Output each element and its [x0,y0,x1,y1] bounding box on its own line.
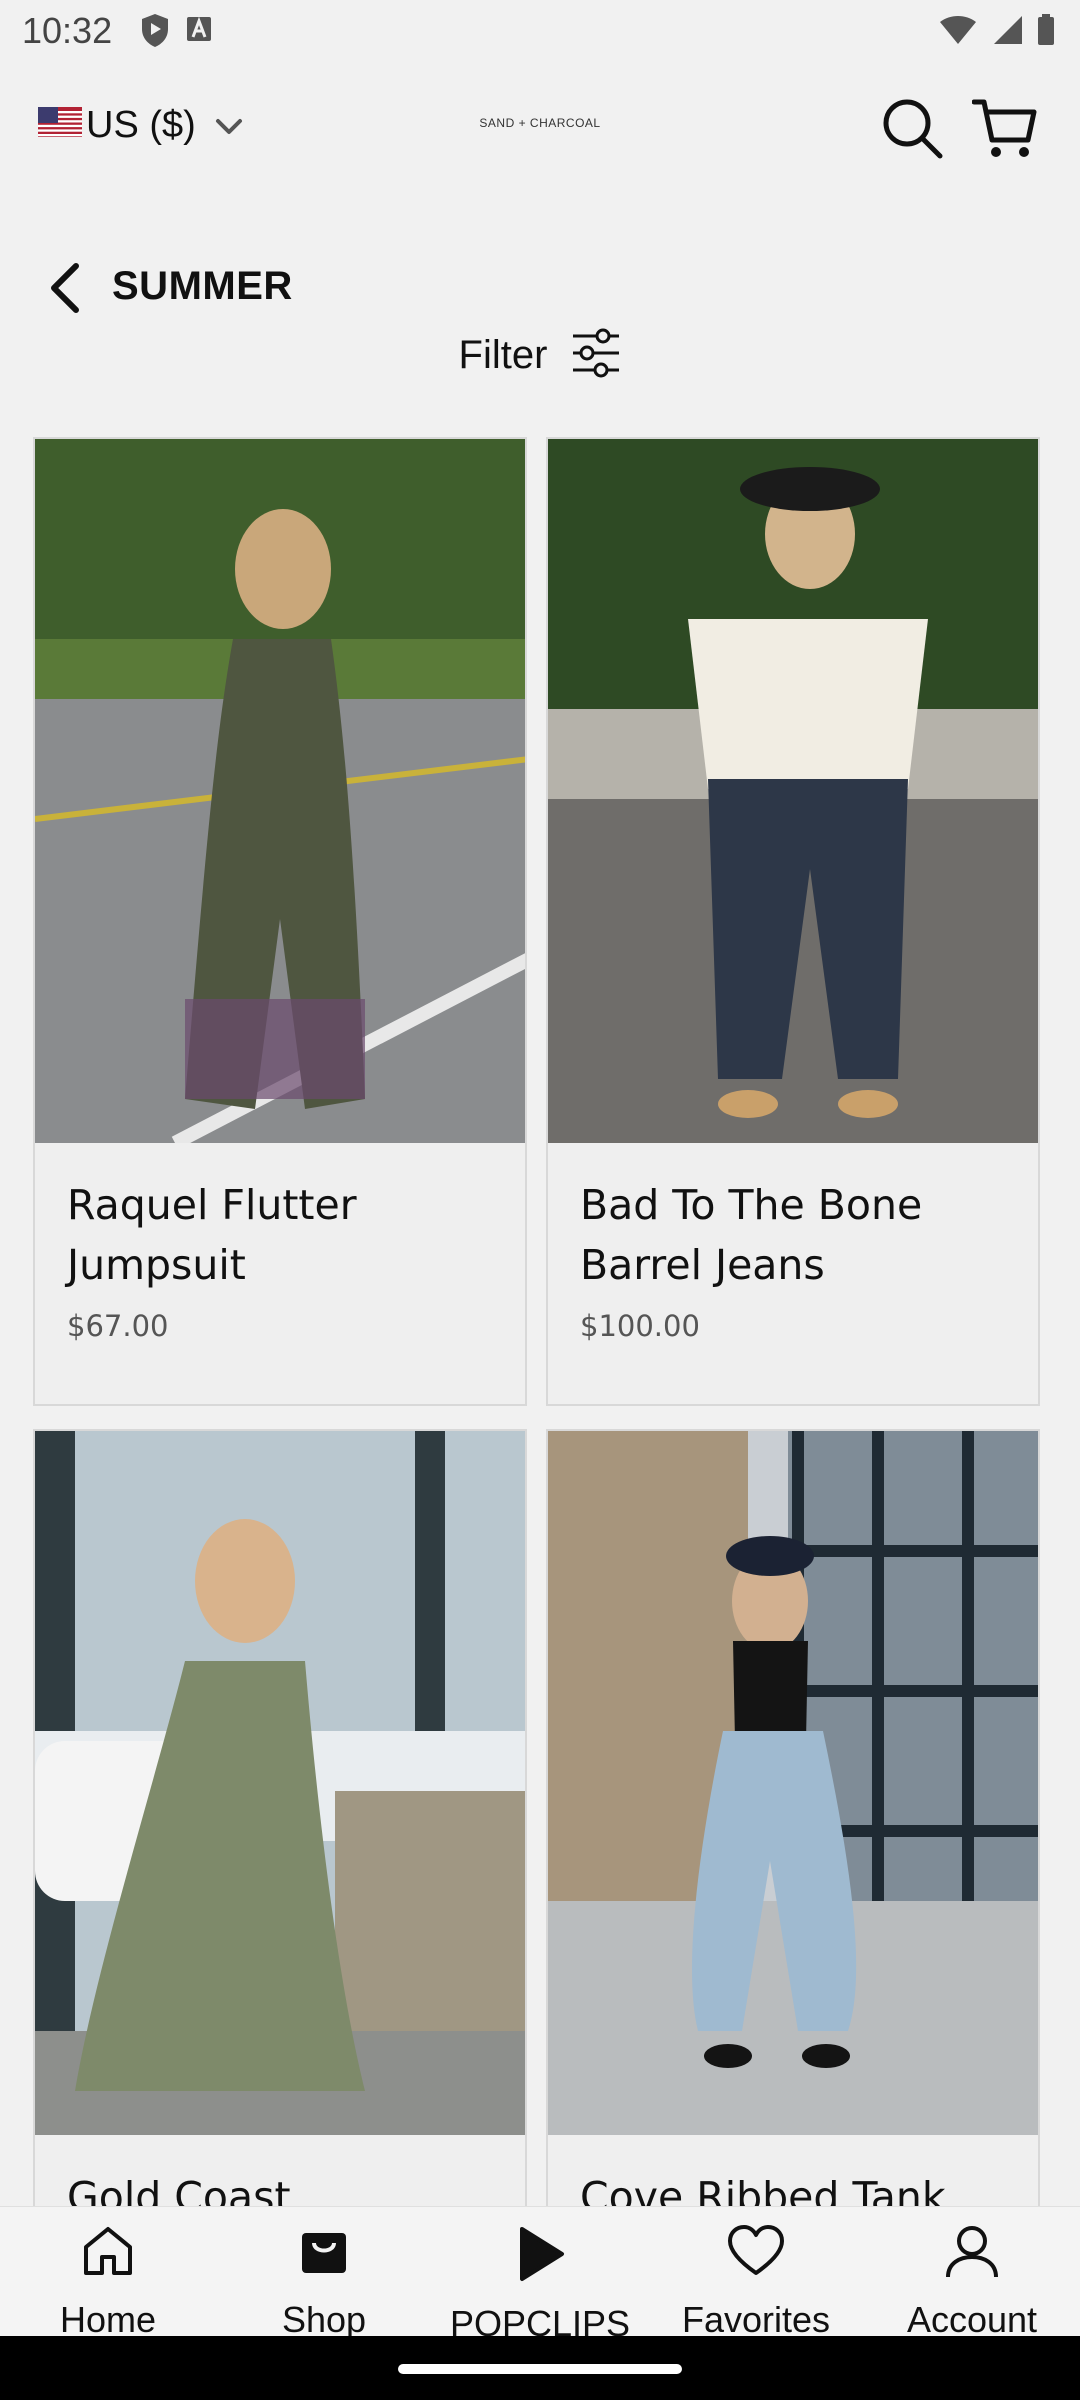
wifi-icon [938,12,978,53]
nav-shop[interactable]: Shop [216,2207,432,2340]
us-flag-icon [38,104,86,147]
signal-icon [990,12,1024,53]
product-card[interactable]: Cove Ribbed Tank [546,1429,1040,2229]
filter-label: Filter [458,332,548,377]
nav-account[interactable]: Account [864,2207,1080,2340]
page-title: SUMMER [112,264,293,308]
currency-label: US ($) [86,104,196,146]
search-icon[interactable] [880,96,944,165]
nav-account-label: Account [906,2299,1038,2340]
cart-icon[interactable] [971,96,1038,165]
bottom-navigation: Home Shop POPCLIPS Favorites Account [0,2206,1080,2344]
shield-play-icon [140,12,170,53]
nav-popclips[interactable]: POPCLIPS [432,2207,648,2344]
shopping-bag-icon [294,2221,354,2286]
product-image[interactable] [35,439,525,1143]
battery-icon [1036,12,1056,53]
nav-favorites[interactable]: Favorites [648,2207,864,2340]
currency-selector[interactable]: US ($) [38,104,244,147]
status-time: 10:32 [22,10,113,51]
home-gesture-handle[interactable] [398,2364,682,2374]
sliders-icon [571,326,621,385]
product-price: $100.00 [580,1309,700,1343]
product-name[interactable]: Bad To The Bone Barrel Jeans [580,1175,1006,1295]
product-image[interactable] [548,439,1038,1143]
product-card[interactable]: Gold Coast [33,1429,527,2229]
product-price: $67.00 [67,1309,169,1343]
product-image[interactable] [548,1431,1038,2135]
back-arrow-icon[interactable] [44,260,84,321]
filter-button[interactable]: Filter [0,320,1080,390]
play-icon [510,2221,570,2292]
font-a-icon [184,12,214,53]
nav-favorites-label: Favorites [681,2299,831,2340]
product-card[interactable]: Bad To The Bone Barrel Jeans $100.00 [546,437,1040,1406]
product-card[interactable]: Raquel Flutter Jumpsuit $67.00 [33,437,527,1406]
brand-logo[interactable]: SAND + CHARCOAL [440,116,640,130]
person-icon [942,2221,1002,2286]
product-name[interactable]: Raquel Flutter Jumpsuit [67,1175,493,1295]
nav-home[interactable]: Home [0,2207,216,2340]
status-bar: 10:32 [0,0,1080,64]
collection-header: SUMMER [0,250,1080,330]
home-icon [78,2221,138,2286]
heart-icon [726,2221,786,2286]
product-image[interactable] [35,1431,525,2135]
nav-shop-label: Shop [281,2299,367,2340]
nav-home-label: Home [59,2299,157,2340]
app-header: US ($) SAND + CHARCOAL [0,64,1080,194]
system-gesture-bar [0,2336,1080,2400]
chevron-down-icon [214,104,244,147]
